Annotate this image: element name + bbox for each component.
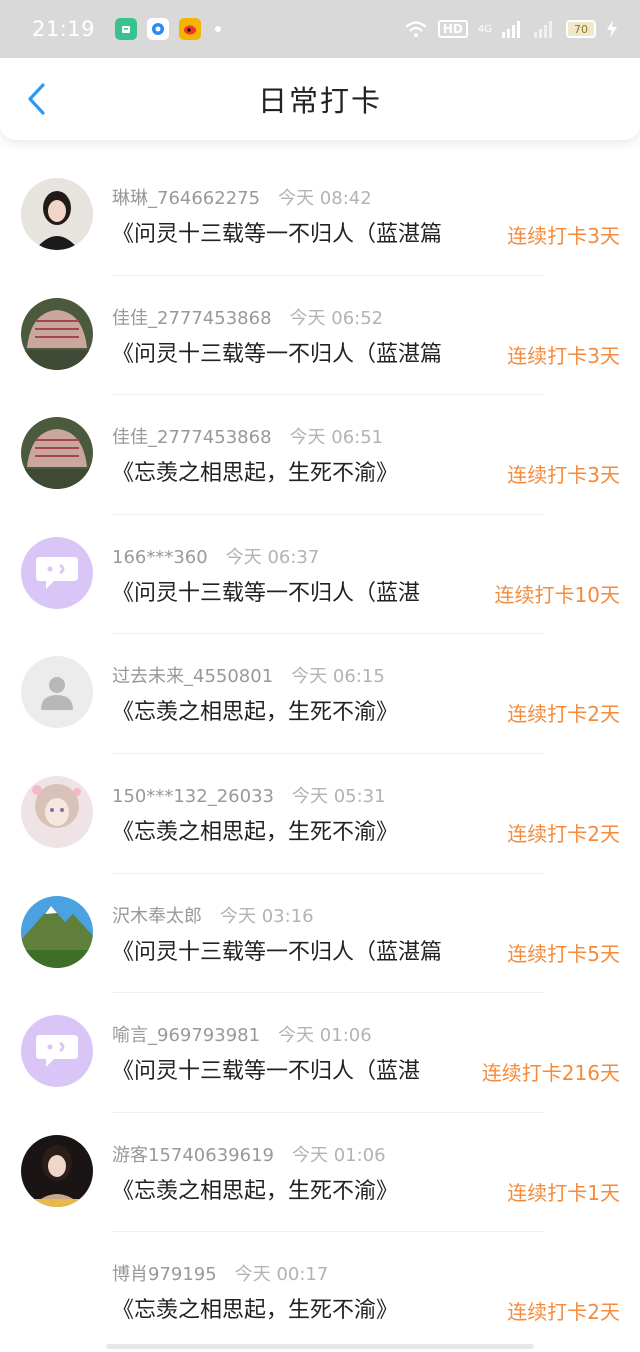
status-time: 21:19 (32, 17, 96, 41)
user-name: 150***132_26033 (112, 785, 274, 807)
user-name: 佳佳_2777453868 (112, 427, 272, 449)
streak-label: 连续打卡216天 (481, 1061, 620, 1086)
post-title: 《问灵十三载等一不归人（蓝湛篇 (112, 939, 443, 965)
post-title: 《忘羡之相思起，生死不渝》 (112, 461, 399, 487)
home-indicator[interactable] (106, 1344, 534, 1349)
streak-label: 连续打卡10天 (494, 582, 620, 607)
list-item[interactable]: 佳佳_2777453868 今天 06:51 《忘羡之相思起，生死不渝》 连续打… (0, 395, 640, 515)
post-title: 《问灵十三载等一不归人（蓝湛 (112, 1059, 421, 1085)
user-name: 博肖979195 (112, 1264, 217, 1286)
weibo-icon (179, 18, 202, 40)
user-name: 佳佳_2777453868 (112, 307, 272, 329)
avatar[interactable] (21, 775, 93, 848)
item-meta: 佳佳_2777453868 今天 06:52 (112, 304, 383, 330)
post-title: 《忘羡之相思起，生死不渝》 (112, 700, 399, 726)
signal-2-icon (534, 21, 552, 38)
item-meta: 琳琳_764662275 今天 08:42 (112, 184, 372, 210)
chat-bubble-icon (36, 1035, 78, 1068)
streak-label: 连续打卡1天 (507, 1180, 620, 1205)
list-item[interactable]: 166***360 今天 06:37 《问灵十三载等一不归人（蓝湛 连续打卡10… (0, 515, 640, 635)
user-name: 沢木奉太郎 (112, 905, 202, 927)
chevron-left-icon (28, 83, 45, 115)
avatar[interactable] (21, 178, 93, 250)
timestamp: 今天 08:42 (278, 188, 372, 209)
user-name: 166***360 (112, 546, 208, 568)
streak-label: 连续打卡2天 (507, 702, 620, 727)
timestamp: 今天 06:37 (225, 546, 320, 568)
item-meta: 过去未来_4550801 今天 06:15 (112, 662, 385, 688)
streak-label: 连续打卡2天 (507, 1300, 620, 1325)
item-meta: 博肖979195 今天 00:17 (112, 1260, 328, 1286)
signal-icon (502, 21, 520, 38)
charging-icon (607, 20, 617, 38)
timestamp: 今天 01:06 (291, 1144, 386, 1166)
signal-label: 4G (477, 23, 492, 35)
wifi-icon (405, 21, 427, 37)
list-item[interactable]: 过去未来_4550801 今天 06:15 《忘羡之相思起，生死不渝》 连续打卡… (0, 634, 640, 754)
streak-label: 连续打卡3天 (507, 463, 620, 488)
avatar[interactable] (21, 297, 93, 370)
list-item[interactable]: 喻言_969793981 今天 01:06 《问灵十三载等一不归人（蓝湛 连续打… (0, 993, 640, 1113)
avatar[interactable] (21, 895, 93, 968)
post-title: 《问灵十三载等一不归人（蓝湛篇 (112, 222, 443, 247)
avatar[interactable] (21, 536, 93, 609)
header: 日常打卡 (0, 58, 640, 140)
timestamp: 今天 05:31 (291, 785, 386, 807)
status-bar: 21:19 HD 4G 70 (0, 0, 640, 58)
chat-bubble-icon (36, 556, 78, 589)
avatar[interactable] (21, 1254, 93, 1327)
user-name: 琳琳_764662275 (112, 188, 261, 209)
post-title: 《忘羡之相思起，生死不渝》 (112, 1178, 399, 1204)
person-icon (41, 677, 73, 711)
streak-label: 连续打卡2天 (507, 821, 620, 846)
avatar[interactable] (21, 1015, 93, 1088)
item-meta: 游客15740639619 今天 01:06 (112, 1141, 386, 1167)
checkin-list: 琳琳_764662275 今天 08:42 《问灵十三载等一不归人（蓝湛篇 连续… (0, 156, 640, 1352)
status-right: HD 4G 70 (404, 20, 618, 38)
list-item[interactable]: 佳佳_2777453868 今天 06:52 《问灵十三载等一不归人（蓝湛篇 连… (0, 276, 640, 396)
timestamp: 今天 01:06 (278, 1025, 372, 1047)
timestamp: 今天 06:51 (289, 427, 384, 449)
avatar[interactable] (21, 656, 93, 729)
app-blue-icon (147, 18, 170, 40)
timestamp: 今天 06:52 (289, 307, 384, 329)
item-meta: 150***132_26033 今天 05:31 (112, 782, 386, 808)
item-meta: 166***360 今天 06:37 (112, 543, 319, 569)
list-item[interactable]: 150***132_26033 今天 05:31 《忘羡之相思起，生死不渝》 连… (0, 754, 640, 874)
post-title: 《问灵十三载等一不归人（蓝湛 (112, 580, 421, 606)
avatar[interactable] (21, 1134, 93, 1207)
post-title: 《忘羡之相思起，生死不渝》 (112, 819, 399, 845)
list-item[interactable]: 琳琳_764662275 今天 08:42 《问灵十三载等一不归人（蓝湛篇 连续… (0, 156, 640, 276)
battery-icon: 70 (566, 20, 596, 38)
page-title: 日常打卡 (257, 84, 382, 118)
item-meta: 沢木奉太郎 今天 03:16 (112, 902, 314, 928)
user-name: 过去未来_4550801 (112, 666, 274, 688)
item-meta: 佳佳_2777453868 今天 06:51 (112, 423, 383, 449)
notification-dot (215, 26, 222, 32)
timestamp: 今天 06:15 (291, 666, 385, 688)
timestamp: 今天 03:16 (220, 905, 314, 927)
post-title: 《问灵十三载等一不归人（蓝湛篇 (112, 341, 443, 367)
user-name: 游客15740639619 (112, 1144, 274, 1166)
back-button[interactable] (18, 79, 54, 119)
avatar[interactable] (21, 417, 93, 490)
list-item[interactable]: 游客15740639619 今天 01:06 《忘羡之相思起，生死不渝》 连续打… (0, 1113, 640, 1233)
app-green-icon (115, 18, 138, 40)
network-hd-label: HD (437, 20, 468, 38)
streak-label: 连续打卡3天 (507, 224, 620, 248)
post-title: 《忘羡之相思起，生死不渝》 (112, 1298, 399, 1324)
list-item[interactable]: 沢木奉太郎 今天 03:16 《问灵十三载等一不归人（蓝湛篇 连续打卡5天 (0, 874, 640, 994)
streak-label: 连续打卡3天 (507, 343, 620, 368)
user-name: 喻言_969793981 (112, 1025, 261, 1047)
item-meta: 喻言_969793981 今天 01:06 (112, 1021, 372, 1047)
list-item[interactable]: 博肖979195 今天 00:17 《忘羡之相思起，生死不渝》 连续打卡2天 (0, 1232, 640, 1352)
timestamp: 今天 00:17 (234, 1264, 329, 1286)
streak-label: 连续打卡5天 (507, 941, 620, 966)
